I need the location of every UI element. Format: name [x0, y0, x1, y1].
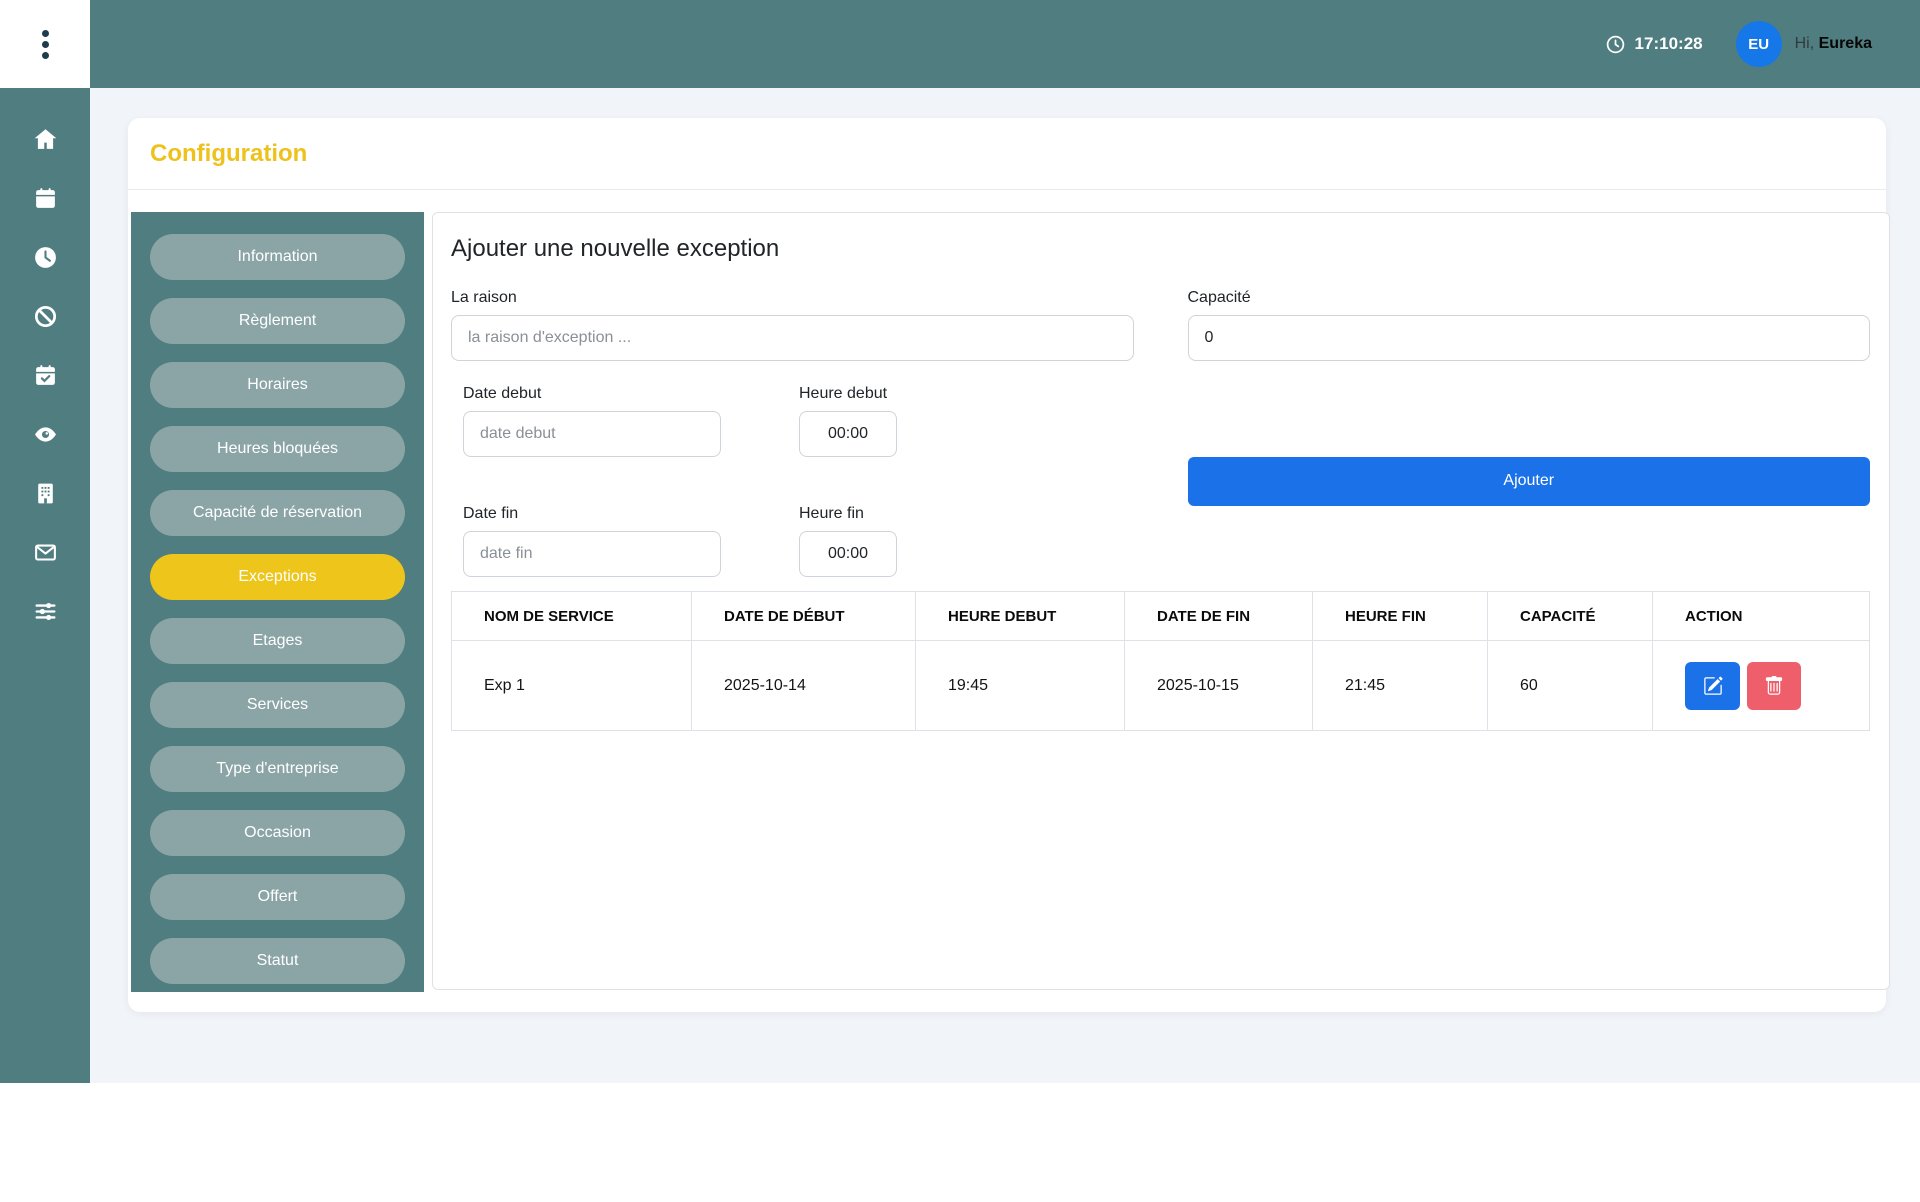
current-time: 17:10:28	[1635, 34, 1703, 54]
reason-input[interactable]	[451, 315, 1134, 361]
calendar-check-icon[interactable]	[32, 362, 58, 388]
config-nav-item[interactable]: Type d'entreprise	[150, 746, 405, 792]
time-end-field-group: Heure fin	[799, 505, 897, 577]
cell-service-name: Exp 1	[452, 641, 692, 731]
table-row: Exp 1 2025-10-14 19:45 2025-10-15 21:45 …	[452, 641, 1870, 731]
time-start-input[interactable]	[799, 411, 897, 457]
config-nav-item[interactable]: Capacité de réservation	[150, 490, 405, 536]
date-start-input[interactable]	[463, 411, 721, 457]
config-nav-item[interactable]: Services	[150, 682, 405, 728]
page-title: Configuration	[150, 140, 307, 168]
config-nav-item[interactable]: Etages	[150, 618, 405, 664]
config-nav-item[interactable]: Statut	[150, 938, 405, 984]
capacity-input[interactable]	[1188, 315, 1871, 361]
app-window: 17:10:28 EU Hi, Eureka Configuration Inf…	[0, 0, 1920, 1083]
cell-date-start: 2025-10-14	[692, 641, 916, 731]
form-heading: Ajouter une nouvelle exception	[451, 235, 1870, 263]
reason-field-group: La raison	[451, 289, 1134, 361]
sliders-icon[interactable]	[32, 598, 58, 624]
home-icon[interactable]	[32, 126, 58, 152]
user-avatar[interactable]: EU	[1736, 21, 1782, 67]
date-start-label: Date debut	[463, 385, 721, 403]
user-name: Eureka	[1819, 35, 1872, 52]
date-end-input[interactable]	[463, 531, 721, 577]
envelope-icon[interactable]	[32, 539, 58, 565]
date-end-label: Date fin	[463, 505, 721, 523]
capacity-field-group: Capacité	[1188, 289, 1871, 361]
delete-row-button[interactable]	[1747, 662, 1801, 710]
sidebar-toggle-button[interactable]	[0, 0, 90, 88]
eye-icon[interactable]	[32, 421, 58, 447]
table-header-cell: HEURE DEBUT	[916, 592, 1125, 641]
table-header-cell: HEURE FIN	[1313, 592, 1488, 641]
table-header-cell: CAPACITÉ	[1488, 592, 1653, 641]
config-nav-item[interactable]: Offert	[150, 874, 405, 920]
cell-capacity: 60	[1488, 641, 1653, 731]
config-nav-item[interactable]: Règlement	[150, 298, 405, 344]
calendar-icon[interactable]	[32, 185, 58, 211]
table-header-cell: DATE DE FIN	[1125, 592, 1313, 641]
configuration-card: Configuration Information Règlement Hora…	[128, 118, 1886, 1012]
config-nav: Information Règlement Horaires Heures bl…	[131, 212, 424, 992]
time-start-label: Heure debut	[799, 385, 897, 403]
exceptions-table: NOM DE SERVICEDATE DE DÉBUTHEURE DEBUTDA…	[451, 591, 1870, 731]
date-end-field-group: Date fin	[463, 505, 721, 577]
time-end-input[interactable]	[799, 531, 897, 577]
table-header-cell: NOM DE SERVICE	[452, 592, 692, 641]
edit-row-button[interactable]	[1685, 662, 1740, 710]
icon-sidebar	[0, 0, 90, 1083]
date-start-field-group: Date debut	[463, 385, 721, 457]
cell-time-end: 21:45	[1313, 641, 1488, 731]
pencil-square-icon	[1703, 676, 1723, 696]
cell-date-end: 2025-10-15	[1125, 641, 1313, 731]
kebab-menu-icon	[42, 30, 49, 59]
table-header-cell: ACTION	[1653, 592, 1870, 641]
trash-icon	[1764, 676, 1784, 696]
clock-icon[interactable]	[32, 244, 58, 270]
reason-label: La raison	[451, 289, 1134, 307]
config-nav-item[interactable]: Information	[150, 234, 405, 280]
capacity-label: Capacité	[1188, 289, 1871, 307]
building-icon[interactable]	[32, 480, 58, 506]
table-header-cell: DATE DE DÉBUT	[692, 592, 916, 641]
time-clock-icon	[1605, 34, 1626, 55]
config-nav-item[interactable]: Heures bloquées	[150, 426, 405, 472]
time-end-label: Heure fin	[799, 505, 897, 523]
time-start-field-group: Heure debut	[799, 385, 897, 457]
config-nav-item[interactable]: Horaires	[150, 362, 405, 408]
user-greeting: Hi, Eureka	[1795, 35, 1872, 53]
card-header: Configuration	[128, 118, 1886, 190]
row-actions	[1685, 662, 1869, 710]
config-nav-item[interactable]: Occasion	[150, 810, 405, 856]
cell-time-start: 19:45	[916, 641, 1125, 731]
add-exception-button[interactable]: Ajouter	[1188, 457, 1871, 506]
top-bar: 17:10:28 EU Hi, Eureka	[90, 0, 1920, 88]
config-nav-item[interactable]: Exceptions	[150, 554, 405, 600]
ban-icon[interactable]	[32, 303, 58, 329]
exceptions-panel: Ajouter une nouvelle exception La raison…	[432, 212, 1890, 990]
table-header-row: NOM DE SERVICEDATE DE DÉBUTHEURE DEBUTDA…	[452, 592, 1870, 641]
